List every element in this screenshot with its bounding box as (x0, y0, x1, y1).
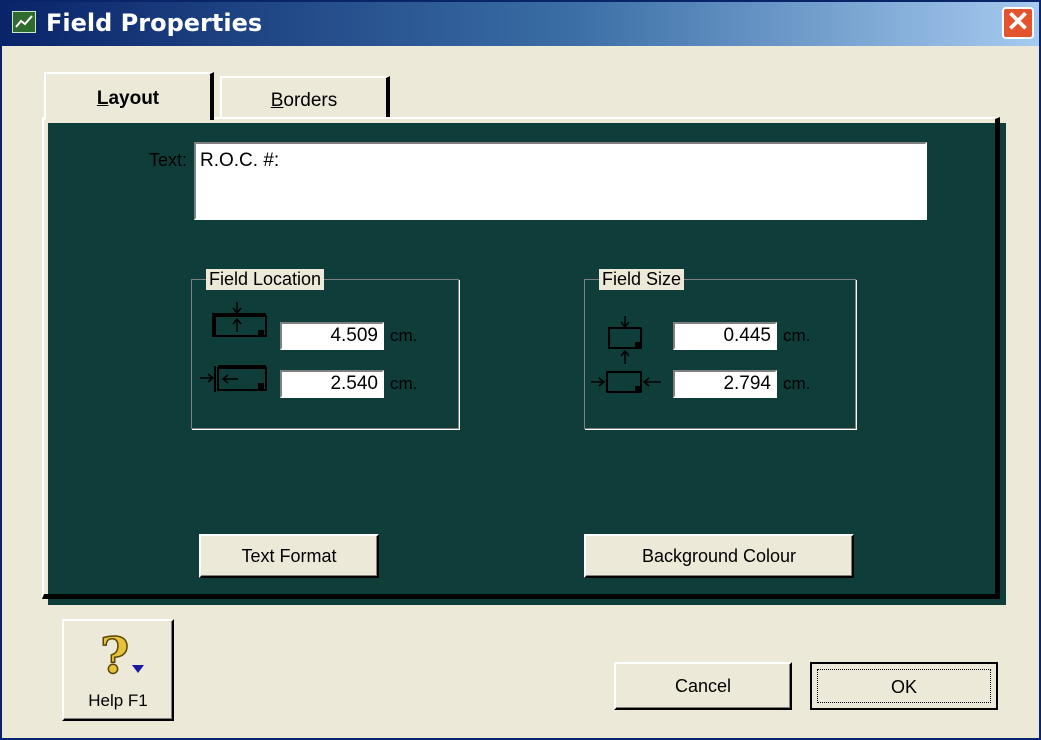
tab-layout-label: Layout (96, 88, 160, 109)
app-icon (12, 11, 36, 33)
ok-label: OK (817, 669, 991, 703)
width-icon (591, 371, 661, 393)
help-label: Help F1 (88, 691, 148, 710)
field-size-legend: Field Size (599, 269, 685, 290)
top-position-icon (212, 302, 267, 337)
tab-layout[interactable]: Layout (44, 72, 214, 120)
window-title: Field Properties (46, 9, 263, 37)
text-format-button[interactable]: Text Format (199, 534, 379, 578)
title-bar[interactable]: Field Properties ✕ (2, 2, 1039, 46)
size-height-unit: cm. (783, 326, 811, 345)
tab-borders-label: Borders (270, 90, 338, 111)
text-field[interactable]: R.O.C. #: (194, 142, 927, 220)
help-question-icon: ? (99, 629, 144, 681)
location-top-input[interactable]: 4.509 (280, 322, 384, 350)
field-location-group: Field Location 4.509 cm. 2.540 cm. (191, 269, 459, 429)
tab-borders[interactable]: Borders (220, 76, 390, 118)
field-size-group: Field Size 0.445 cm. 2.794 cm. (584, 269, 856, 429)
close-icon: ✕ (1006, 6, 1030, 37)
size-width-input[interactable]: 2.794 (673, 370, 777, 398)
tab-borders-rest: orders (283, 90, 338, 111)
close-button[interactable]: ✕ (1002, 7, 1034, 39)
text-label: Text: (149, 150, 188, 170)
svg-text:?: ? (100, 629, 129, 681)
location-left-input[interactable]: 2.540 (280, 370, 384, 398)
help-button[interactable]: ? Help F1 (62, 619, 174, 721)
location-top-unit: cm. (390, 326, 418, 345)
background-colour-button[interactable]: Background Colour (584, 534, 854, 578)
size-height-input[interactable]: 0.445 (673, 322, 777, 350)
ok-button[interactable]: OK (810, 662, 998, 710)
field-properties-dialog: Field Properties ✕ Layout Borders Text: … (0, 0, 1041, 740)
size-width-unit: cm. (783, 374, 811, 393)
tab-layout-rest: ayout (108, 88, 160, 109)
cancel-button[interactable]: Cancel (614, 662, 792, 710)
location-left-unit: cm. (390, 374, 418, 393)
left-position-icon (200, 365, 267, 392)
field-location-legend: Field Location (206, 269, 325, 290)
height-icon (608, 316, 642, 364)
